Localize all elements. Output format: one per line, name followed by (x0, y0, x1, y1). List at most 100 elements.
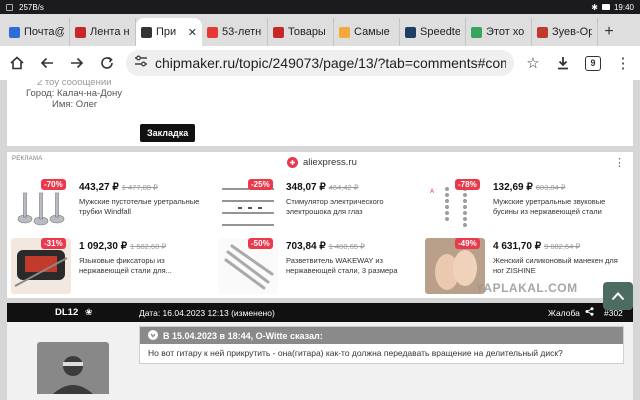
scroll-to-top-button[interactable] (603, 282, 633, 310)
menu-icon[interactable]: ⋮ (612, 52, 634, 74)
old-price: 9 082,64 ₽ (544, 242, 581, 251)
user-icon: ❀ (85, 307, 93, 317)
star-icon[interactable]: ☆ (522, 52, 544, 74)
ad-source-name: aliexpress.ru (303, 157, 357, 168)
home-icon[interactable] (6, 52, 28, 74)
discount-badge: -25% (248, 179, 273, 190)
product-description: Языковые фиксаторы из нержавеющей стали … (79, 256, 172, 275)
product-price: 348,07 ₽464,42 ₽ (286, 182, 359, 193)
old-price: 1 582,68 ₽ (130, 242, 167, 251)
current-price: 4 631,70 ₽ (493, 241, 542, 252)
tab-favicon-icon (141, 26, 152, 38)
current-price: 443,27 ₽ (79, 182, 119, 193)
discount-badge: -49% (455, 238, 480, 249)
product-description: Разветвитель WAKEWAY из нержавеющей стал… (286, 256, 398, 275)
tab-switcher-button[interactable]: 9 (582, 52, 604, 74)
tab-favicon-icon (75, 26, 86, 38)
author-city: Город: Калач-на-Дону (26, 88, 123, 99)
ad-block: РЕКЛАМА aliexpress.ru ⋮ -70% 443,27 ₽1 4… (7, 152, 633, 298)
status-bar: 257B/s ✱ 19:40 (0, 0, 640, 14)
tab-favicon-icon (273, 26, 284, 38)
browser-tab[interactable]: Лента н (70, 18, 136, 46)
product-description: Женский силиконовый манекен для ног ZISH… (493, 256, 618, 275)
author-info-card: 2 тоу сообщении Город: Калач-на-Дону Имя… (7, 80, 633, 146)
tab-favicon-icon (339, 26, 350, 38)
post-header: DL12 ❀ Дата: 16.04.2023 12:13 (изменено)… (7, 303, 633, 322)
tab-title: Лента н (90, 26, 130, 38)
url-text: chipmaker.ru/topic/249073/page/13/?tab=c… (155, 55, 506, 71)
product-price: 1 092,30 ₽1 582,68 ₽ (79, 241, 166, 252)
quote-text: Но вот гитару к ней прикрутить - она(гит… (148, 348, 563, 358)
current-price: 348,07 ₽ (286, 182, 326, 193)
ad-product[interactable]: -50% 703,84 ₽1 408,65 ₽ Разветвитель WAK… (218, 238, 423, 296)
tab-title: Почта@ (24, 26, 64, 38)
ad-product[interactable]: -31% 1 092,30 ₽1 582,68 ₽ Языковые фикса… (11, 238, 216, 296)
browser-tab[interactable]: Зуев-Ор (532, 18, 598, 46)
ad-product[interactable]: A -78% 132,69 ₽603,84 ₽ Мужские уретраль… (425, 179, 630, 237)
close-tab-icon[interactable]: ✕ (188, 26, 197, 39)
report-link[interactable]: Жалоба (548, 308, 580, 318)
browser-tab[interactable]: Товары (268, 18, 334, 46)
old-price: 1 408,65 ₽ (328, 242, 365, 251)
tab-title: Этот хо (486, 26, 525, 38)
address-bar[interactable]: chipmaker.ru/topic/249073/page/13/?tab=c… (126, 50, 514, 76)
chevron-up-icon (611, 292, 625, 301)
tab-strip: Почта@ Лента н При ✕ 53-летн Товары Самы… (0, 14, 640, 46)
author-posts: 2 тоу сообщении (37, 80, 112, 88)
browser-toolbar: chipmaker.ru/topic/249073/page/13/?tab=c… (0, 46, 640, 80)
current-price: 132,69 ₽ (493, 182, 533, 193)
site-info-icon[interactable] (134, 54, 148, 72)
tab-count: 9 (585, 55, 601, 71)
product-description: Стимулятор электрического электрошока дл… (286, 197, 384, 216)
tab-favicon-icon (405, 26, 416, 38)
ad-label: РЕКЛАМА (12, 156, 43, 162)
product-price: 132,69 ₽603,84 ₽ (493, 182, 566, 193)
quote-icon (148, 329, 158, 342)
notification-icon (6, 3, 13, 11)
tab-title: 53-летн (222, 26, 262, 38)
download-icon[interactable] (552, 52, 574, 74)
web-page: 2 тоу сообщении Город: Калач-на-Дону Имя… (0, 80, 640, 400)
discount-badge: -78% (455, 179, 480, 190)
old-price: 603,84 ₽ (535, 183, 566, 192)
bookmark-button[interactable]: Закладка (140, 124, 196, 142)
tab-favicon-icon (471, 26, 482, 38)
old-price: 464,42 ₽ (328, 183, 359, 192)
post-author[interactable]: DL12 (55, 307, 78, 318)
browser-tab[interactable]: Speedte (400, 18, 466, 46)
ad-menu-icon[interactable]: ⋮ (614, 156, 625, 169)
quote-block: В 15.04.2023 в 18:44, O-Witte сказал: Но… (139, 326, 624, 364)
tab-title: Speedte (420, 26, 460, 38)
current-price: 703,84 ₽ (286, 241, 326, 252)
product-price: 443,27 ₽1 477,88 ₽ (79, 182, 158, 193)
product-description: Мужские пустотелые уретральные трубки Wi… (79, 197, 200, 216)
tab-favicon-icon (537, 26, 548, 38)
avatar (37, 342, 109, 394)
browser-tab[interactable]: Самые (334, 18, 400, 46)
post-body: В 15.04.2023 в 18:44, O-Witte сказал: Но… (7, 322, 633, 400)
reload-icon[interactable] (96, 52, 118, 74)
share-icon[interactable] (585, 307, 594, 318)
post-date: Дата: 16.04.2023 12:13 (изменено) (139, 307, 275, 318)
aliexpress-logo-icon (287, 157, 298, 168)
discount-badge: -31% (41, 238, 66, 249)
browser-tab[interactable]: Почта@ (4, 18, 70, 46)
discount-badge: -50% (248, 238, 273, 249)
tab-title: Товары (288, 26, 326, 38)
network-speed: 257B/s (19, 2, 44, 12)
new-tab-icon[interactable]: + (598, 18, 620, 46)
browser-tab[interactable]: Этот хо (466, 18, 532, 46)
user-avatar-icon (53, 356, 93, 394)
back-icon[interactable] (36, 52, 58, 74)
ad-product[interactable]: -70% 443,27 ₽1 477,88 ₽ Мужские пустотел… (11, 179, 216, 237)
ad-product[interactable]: -25% 348,07 ₽464,42 ₽ Стимулятор электри… (218, 179, 423, 237)
current-price: 1 092,30 ₽ (79, 241, 128, 252)
forward-icon[interactable] (66, 52, 88, 74)
quote-header: В 15.04.2023 в 18:44, O-Witte сказал: (140, 327, 623, 344)
clock: 19:40 (613, 2, 634, 12)
old-price: 1 477,88 ₽ (121, 183, 158, 192)
product-price: 4 631,70 ₽9 082,64 ₽ (493, 241, 580, 252)
browser-tab-active[interactable]: При ✕ (136, 18, 202, 46)
ad-source[interactable]: aliexpress.ru (287, 157, 357, 168)
browser-tab[interactable]: 53-летн (202, 18, 268, 46)
